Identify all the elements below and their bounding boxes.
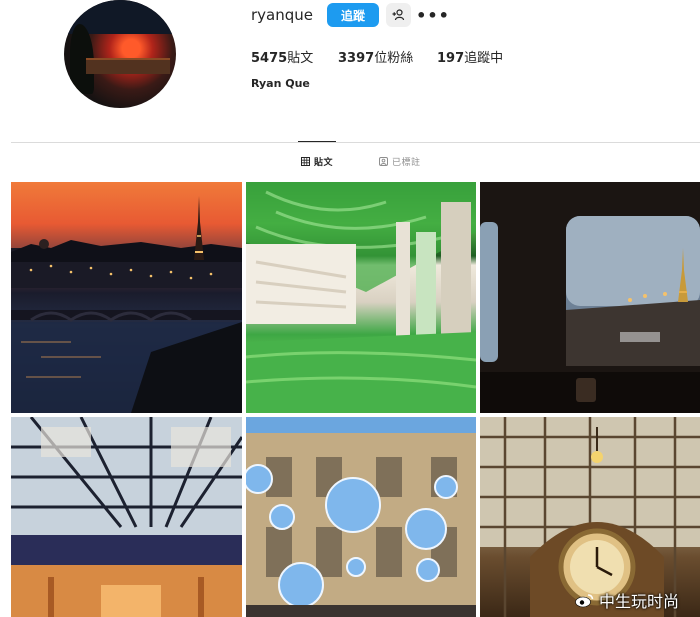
followers-label: 位粉絲 [374, 51, 414, 66]
photo-paris-sunset [11, 196, 242, 413]
follow-button[interactable]: 追蹤 [327, 3, 379, 27]
profile-avatar[interactable] [64, 0, 176, 108]
following-count: 197 [437, 51, 465, 66]
grid-post-3[interactable] [480, 182, 700, 413]
weibo-watermark: 中生玩时尚 [575, 588, 679, 612]
grid-icon [301, 157, 310, 166]
full-name: Ryan Que [251, 77, 310, 90]
username: ryanque [251, 6, 313, 24]
photo-train-window [480, 216, 700, 413]
photo-green-gallery [246, 182, 476, 413]
add-user-icon [392, 9, 405, 21]
followers-stat[interactable]: 3397位粉絲 [338, 47, 413, 66]
posts-label: 貼文 [287, 51, 314, 66]
grid-post-6[interactable] [480, 417, 700, 617]
tabs-divider [11, 142, 700, 143]
suggest-users-button[interactable] [386, 3, 411, 27]
photo-orsay-clock [480, 417, 700, 617]
followers-count: 3397 [338, 51, 375, 66]
grid-post-1[interactable] [11, 182, 242, 413]
tab-tagged-label: 已標註 [392, 158, 421, 168]
weibo-logo-icon [575, 594, 594, 608]
active-tab-indicator [298, 141, 336, 142]
avatar-wall [86, 58, 170, 74]
tab-posts-label: 貼文 [314, 158, 334, 168]
tagged-icon [379, 157, 388, 166]
photo-mirror-spheres [246, 417, 476, 617]
grid-post-2[interactable] [246, 182, 476, 413]
tab-tagged[interactable]: 已標註 [379, 155, 421, 168]
photo-glass-atrium [11, 417, 242, 617]
more-options-button[interactable]: ••• [416, 5, 449, 25]
following-label: 追蹤中 [464, 51, 504, 66]
more-icon: ••• [416, 5, 450, 25]
following-stat[interactable]: 197追蹤中 [437, 47, 503, 66]
posts-count: 5475 [251, 51, 288, 66]
watermark-text: 中生玩时尚 [599, 592, 680, 611]
tab-posts[interactable]: 貼文 [301, 155, 333, 168]
posts-stat: 5475貼文 [251, 47, 313, 66]
grid-post-4[interactable] [11, 417, 242, 617]
grid-post-5[interactable] [246, 417, 476, 617]
